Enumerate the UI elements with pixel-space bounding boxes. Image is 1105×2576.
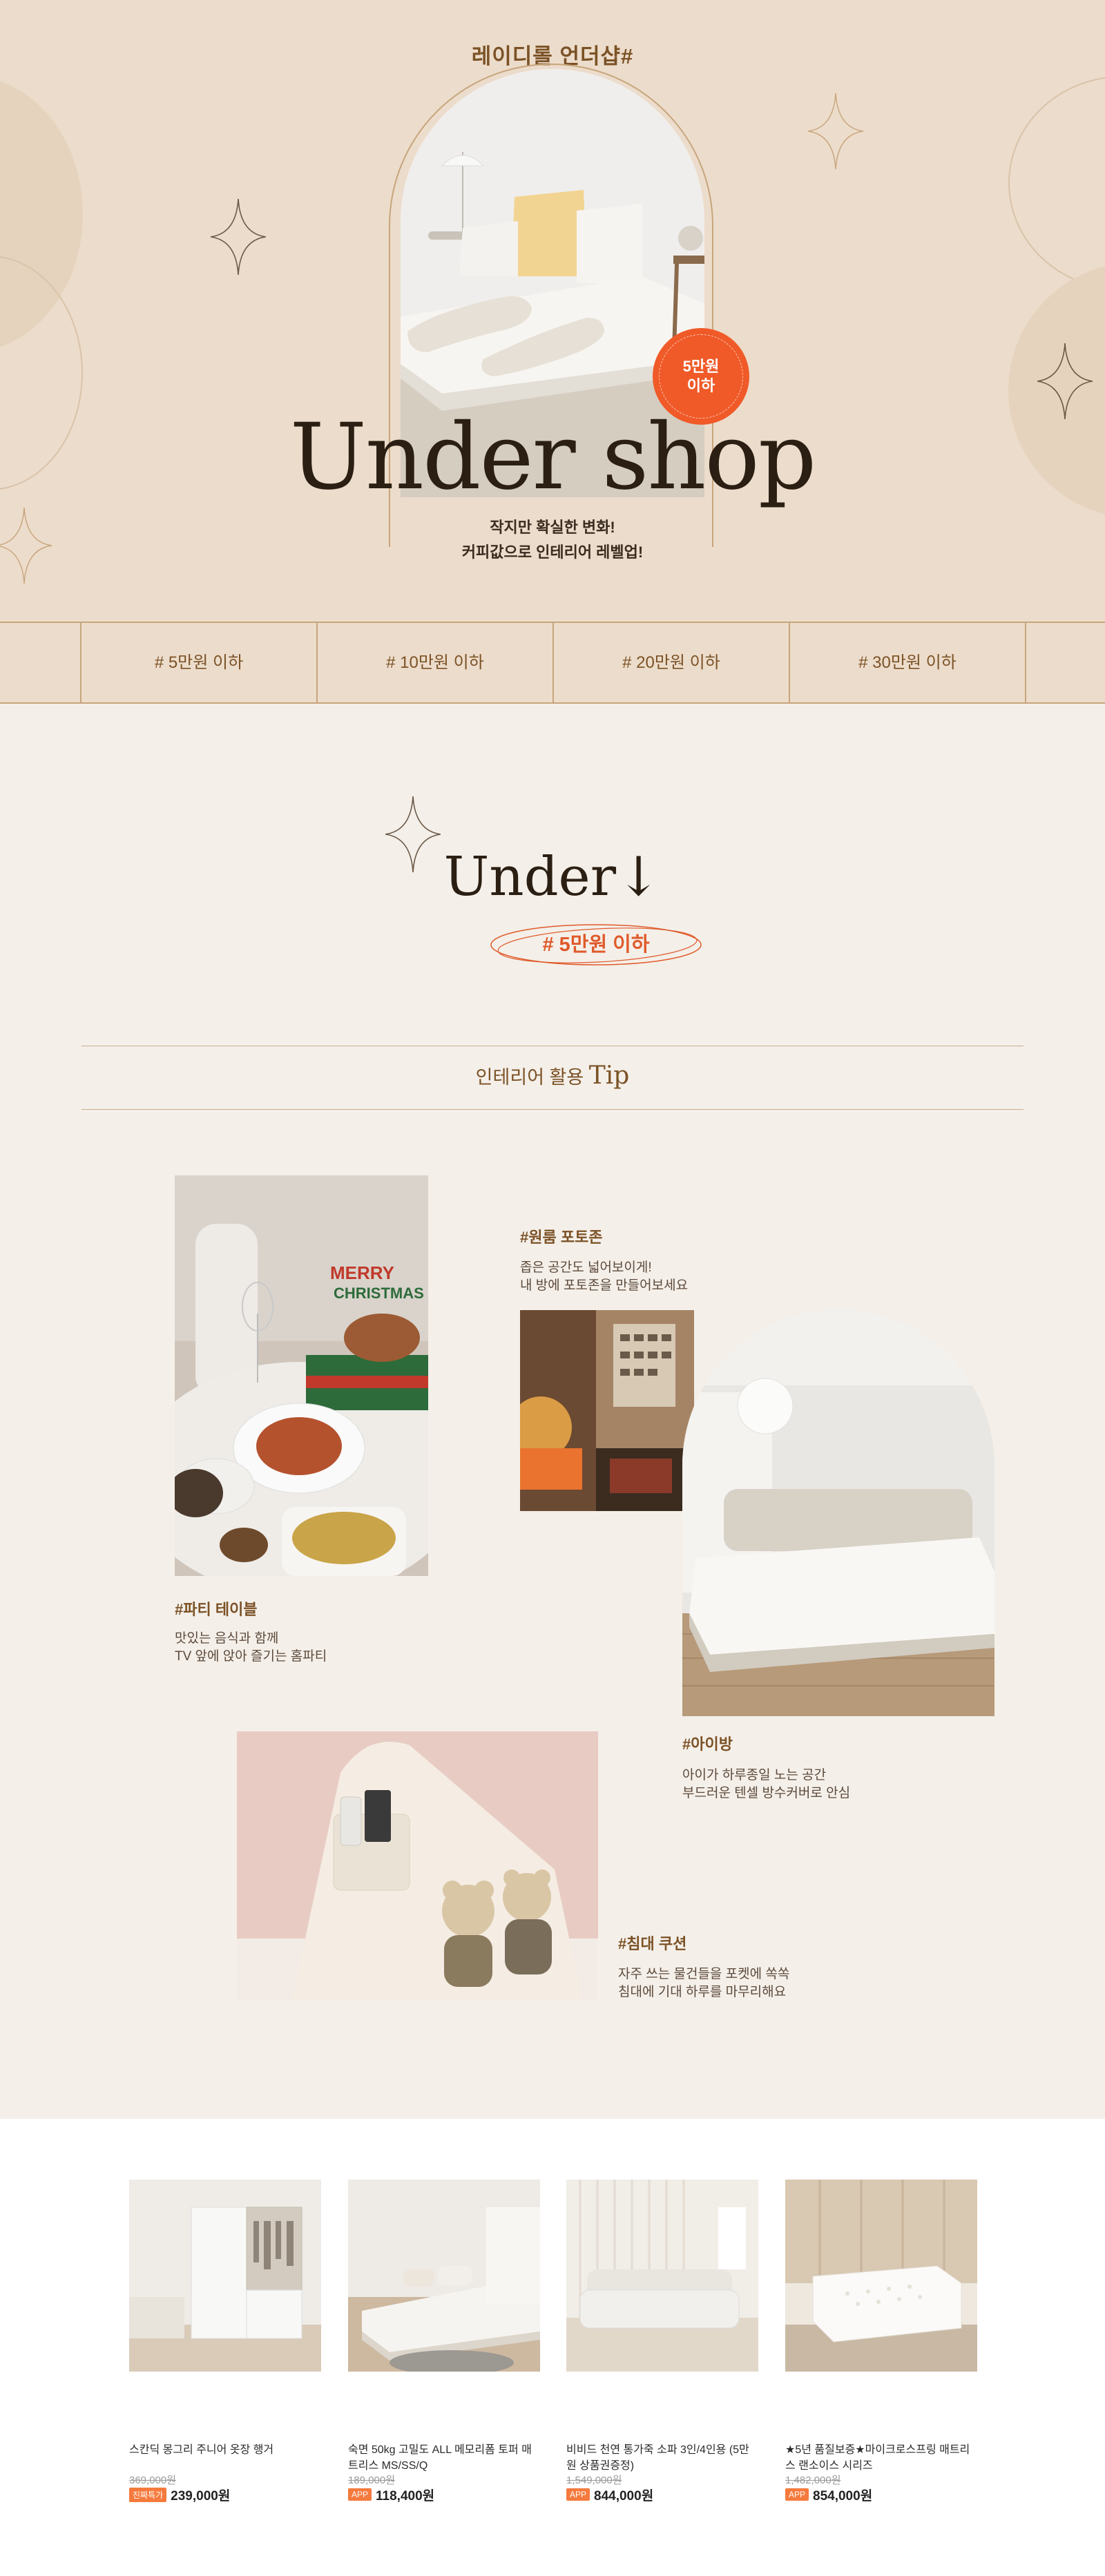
tip-heading: 인테리어 활용 Tip	[0, 1061, 1105, 1090]
product-tag: APP	[785, 2488, 809, 2501]
under-title-text: Under	[443, 846, 616, 908]
product-price: 239,000원	[171, 2488, 231, 2503]
tip-desc-line: 내 방에 포토존을 만들어보세요	[520, 1278, 689, 1293]
product-price: 844,000원	[594, 2488, 654, 2503]
subtitle-line1: 작지만 확실한 변화!	[490, 519, 615, 536]
product-name[interactable]: 비비드 천연 통가죽 소파 3인/4인용 (5만원 상품권증정)	[566, 2442, 758, 2474]
product-name[interactable]: 숙면 50kg 고밀도 ALL 메모리폼 토퍼 매트리스 MS/SS/Q	[348, 2442, 540, 2474]
product-image[interactable]	[129, 2180, 321, 2372]
tip-desc-line: 침대에 기대 하루를 마무리해요	[618, 1985, 787, 1999]
photo-zone-photo	[520, 1310, 694, 1511]
tip-desc: 자주 쓰는 물건들을 포켓에 쏙쏙침대에 기대 하루를 마무리해요	[618, 1965, 789, 2001]
tip-desc: 아이가 하루종일 노는 공간부드러운 텐셀 방수커버로 안심	[682, 1767, 850, 1803]
tip-desc-line: 자주 쓰는 물건들을 포켓에 쏙쏙	[618, 1967, 790, 1981]
product-tag: 진짜특가	[129, 2487, 167, 2502]
hero-banner: 레이디롤 언더샵# 5만원 이하 Under shop 작지만 확실한 변화! …	[0, 0, 1105, 622]
under-title: Under↓	[0, 846, 1105, 908]
tip-title: #아이방	[682, 1736, 733, 1753]
product-price: 118,400원	[376, 2488, 435, 2503]
tip-desc-line: TV 앞에 앉아 즐기는 홈파티	[175, 1649, 327, 1664]
tip-desc-line: 아이가 하루종일 노는 공간	[682, 1768, 827, 1782]
tip-desc: 좁은 공간도 넓어보이게! 내 방에 포토존을 만들어보세요	[520, 1259, 688, 1295]
product-name[interactable]: ★5년 품질보증★마이크로스프링 매트리스 랜소이스 시리즈	[785, 2442, 977, 2474]
arrow-down-icon: ↓	[616, 846, 662, 908]
product-tag: APP	[348, 2488, 372, 2501]
svg-text:CHRISTMAS: CHRISTMAS	[334, 1285, 424, 1302]
tab-divider	[1025, 623, 1026, 702]
price-tab-bar: # 5만원 이하 # 10만원 이하 # 20만원 이하 # 30만원 이하	[0, 622, 1105, 704]
tip-heading-ko: 인테리어 활용	[475, 1067, 584, 1088]
party-table-photo: MERRY CHRISTMAS	[175, 1175, 428, 1576]
tip-desc-line: 부드러운 텐셀 방수커버로 안심	[682, 1786, 851, 1800]
product-name[interactable]: 스칸딕 몽그리 주니어 옷장 행거	[129, 2442, 321, 2458]
tip-title: #파티 테이블	[175, 1601, 258, 1618]
product-image[interactable]	[348, 2180, 540, 2372]
tab-under-5man[interactable]: # 5만원 이하	[81, 623, 316, 702]
svg-text:MERRY: MERRY	[330, 1262, 394, 1283]
sparkle-icon	[211, 199, 266, 275]
product-image[interactable]	[785, 2180, 977, 2372]
product-tag: APP	[566, 2488, 590, 2501]
product-image[interactable]	[566, 2180, 758, 2372]
tab-under-10man[interactable]: # 10만원 이하	[318, 623, 552, 702]
tab-under-20man[interactable]: # 20만원 이하	[554, 623, 789, 702]
subtitle-line2: 커피값으로 인테리어 레벨업!	[461, 544, 644, 561]
tip-desc-line: 좁은 공간도 넓어보이게!	[520, 1260, 652, 1275]
badge-line1: 5만원	[682, 358, 720, 375]
decor-circle-outline	[1008, 76, 1105, 290]
bed-cushion-photo	[237, 1731, 598, 2000]
tip-heading-en: Tip	[588, 1061, 630, 1090]
main-title: Under shop	[289, 404, 817, 510]
badge-line2: 이하	[686, 377, 715, 394]
divider	[81, 1109, 1024, 1110]
tip-title: #원룸 포토존	[520, 1229, 603, 1246]
pill-label: # 5만원 이하	[542, 934, 650, 956]
tip-desc-line: 맛있는 음식과 함께	[175, 1631, 279, 1646]
tip-desc: 맛있는 음식과 함께 TV 앞에 앉아 즐기는 홈파티	[175, 1630, 327, 1666]
kids-room-photo	[682, 1309, 995, 1716]
sparkle-icon	[808, 93, 863, 169]
tab-under-30man[interactable]: # 30만원 이하	[790, 623, 1025, 702]
product-list: 스칸딕 몽그리 주니어 옷장 행거 369,000원 진짜특가 239,000원…	[0, 2119, 1105, 2576]
tip-title: #침대 쿠션	[618, 1935, 687, 1952]
product-price: 854,000원	[813, 2488, 873, 2503]
